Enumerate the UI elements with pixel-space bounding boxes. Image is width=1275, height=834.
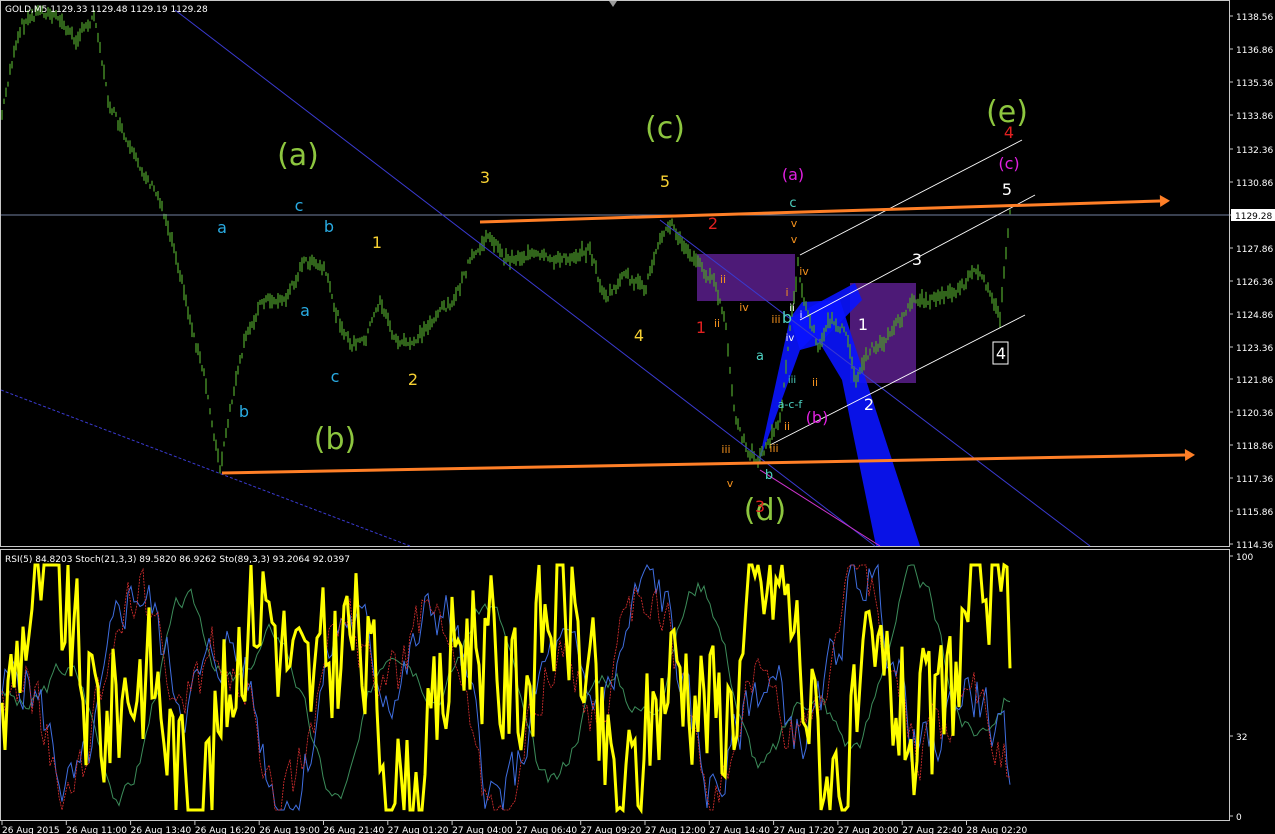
wave-label: ii xyxy=(714,317,720,330)
y-tick-label: 1114.36 xyxy=(1236,541,1273,551)
y-tick-label: 1124.86 xyxy=(1236,311,1273,321)
wave-label: a xyxy=(300,301,310,320)
wave-label: 2 xyxy=(708,214,718,233)
x-tick-label: 27 Aug 14:40 xyxy=(709,826,770,834)
wave-label: 1 xyxy=(858,315,868,334)
y-tick-label: 1133.86 xyxy=(1236,112,1273,122)
x-tick-label: 27 Aug 09:20 xyxy=(581,826,642,834)
y-tick-label: 1126.36 xyxy=(1236,278,1273,288)
wave-label: 1 xyxy=(372,233,382,252)
x-tick-label: 26 Aug 2015 xyxy=(2,826,60,834)
wave-label: (a) xyxy=(782,165,804,184)
x-tick-label: 27 Aug 22:40 xyxy=(902,826,963,834)
wave-label: v xyxy=(727,477,734,490)
wave-label: ii xyxy=(720,273,726,286)
x-tick-label: 27 Aug 17:20 xyxy=(774,826,835,834)
wave-label: 5 xyxy=(660,172,670,191)
x-tick-label: 27 Aug 06:40 xyxy=(516,826,577,834)
indicator-y-tick-label: 0 xyxy=(1236,813,1242,823)
x-tick-label: 28 Aug 02:20 xyxy=(967,826,1028,834)
y-tick-label: 1130.86 xyxy=(1236,179,1273,189)
wave-label: ii xyxy=(789,303,795,314)
x-tick-label: 26 Aug 16:20 xyxy=(195,826,256,834)
wave-label: 5 xyxy=(1002,180,1012,199)
x-tick-label: 26 Aug 11:00 xyxy=(66,826,127,834)
x-tick-label: 27 Aug 20:00 xyxy=(838,826,899,834)
y-tick-label: 1136.86 xyxy=(1236,46,1273,56)
wave-label: 1 xyxy=(696,318,706,337)
wave-label: 3 xyxy=(480,168,490,187)
wave-label: 4 xyxy=(996,344,1006,363)
y-tick-label: 1123.36 xyxy=(1236,344,1273,354)
wave-label: (c) xyxy=(645,111,685,146)
y-tick-label: 1121.86 xyxy=(1236,376,1273,386)
wave-label: c xyxy=(331,367,340,386)
wave-label: iii xyxy=(721,443,730,456)
wave-label: b xyxy=(765,468,773,483)
wave-label: 4 xyxy=(634,326,644,345)
wave-label: b xyxy=(239,402,249,421)
wave-label: (c) xyxy=(998,154,1019,173)
wave-label: (a) xyxy=(277,138,319,173)
wave-label: iv xyxy=(786,333,795,344)
wave-label: b xyxy=(324,217,334,236)
y-tick-label: 1138.56 xyxy=(1236,13,1273,23)
wave-label: iv xyxy=(799,265,809,278)
wave-label: 3 xyxy=(912,250,922,269)
wave-label: a xyxy=(756,349,764,364)
wave-label: 3 xyxy=(755,497,765,516)
wave-label: i xyxy=(800,310,803,321)
wave-label: c xyxy=(789,196,796,211)
wave-label: ii xyxy=(784,420,790,433)
x-tick-label: 27 Aug 01:20 xyxy=(388,826,449,834)
wave-label: iii xyxy=(771,313,780,326)
wave-label: 4 xyxy=(1004,123,1014,142)
wave-label: (b) xyxy=(806,408,829,427)
wave-label: 2 xyxy=(864,395,874,414)
y-tick-label: 1127.86 xyxy=(1236,245,1273,255)
wave-label: (b) xyxy=(314,422,356,457)
price-panel-header: GOLD,M5 1129.33 1129.48 1129.19 1129.28 xyxy=(5,5,208,15)
y-tick-label: 1118.86 xyxy=(1236,442,1273,452)
x-tick-label: 27 Aug 04:00 xyxy=(452,826,513,834)
y-tick-label: 1117.36 xyxy=(1236,475,1273,485)
chart-canvas: (a)(b)(c)(d)(e)abcbac123451234(a)(b)(c)c… xyxy=(0,0,1275,834)
y-tick-label: 1120.36 xyxy=(1236,409,1273,419)
wave-label: iv xyxy=(739,301,749,314)
indicator-y-tick-label: 100 xyxy=(1236,553,1253,563)
wave-label: a xyxy=(217,218,227,237)
indicator-y-tick-label: 32 xyxy=(1236,733,1247,743)
wave-label: a-c-f xyxy=(778,398,804,411)
wave-label: v xyxy=(791,217,798,230)
x-tick-label: 26 Aug 21:40 xyxy=(324,826,385,834)
x-tick-label: 26 Aug 19:00 xyxy=(259,826,320,834)
indicator-panel-header: RSI(5) 84.8203 Stoch(21,3,3) 89.5820 86.… xyxy=(5,555,350,565)
wave-label: ii xyxy=(812,376,818,389)
wave-label: iii xyxy=(788,375,796,386)
y-tick-label: 1135.36 xyxy=(1236,79,1273,89)
wave-label: 2 xyxy=(408,370,418,389)
wave-label: c xyxy=(295,196,304,215)
wave-label: iii xyxy=(769,442,778,455)
wave-label: i xyxy=(785,286,788,299)
chart-window: (a) (b) (c) (d) (e) a b c b a c 1 2 3 4 5 1 2 3 4 (a) (b) (c) c… xyxy=(0,0,1275,834)
wave-label: v xyxy=(791,233,798,246)
x-tick-label: 27 Aug 12:00 xyxy=(645,826,706,834)
x-tick-label: 26 Aug 13:40 xyxy=(131,826,192,834)
y-tick-label: 1132.36 xyxy=(1236,146,1273,156)
current-price-label: 1129.28 xyxy=(1235,212,1272,222)
y-tick-label: 1115.86 xyxy=(1236,508,1273,518)
